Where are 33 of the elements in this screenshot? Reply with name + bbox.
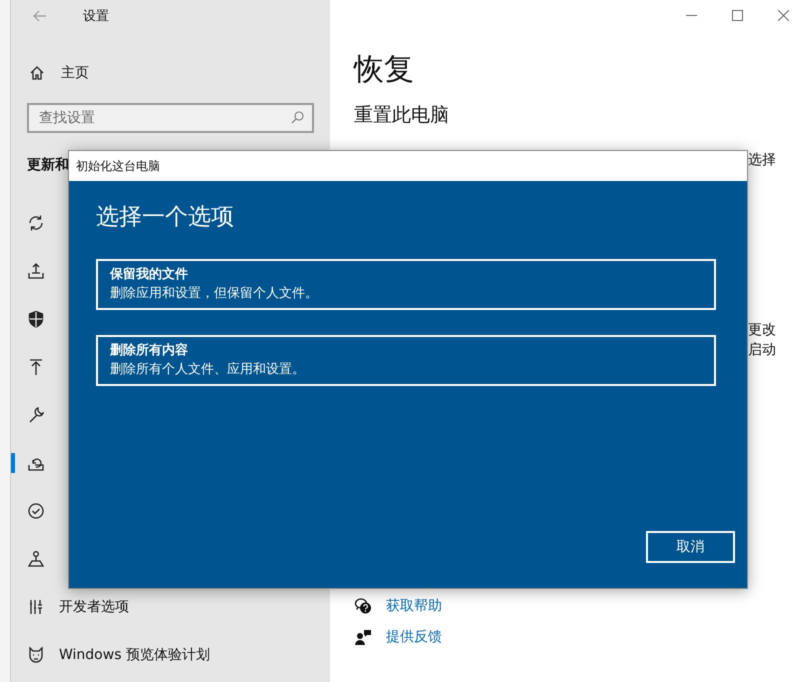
window-title: 设置: [83, 8, 109, 25]
search-icon: [291, 111, 304, 124]
section-title: 重置此电脑: [354, 103, 450, 128]
sync-icon: [27, 214, 45, 232]
description-text: 启动: [748, 341, 777, 360]
tools-icon: [27, 598, 45, 616]
person-pin-icon: [27, 550, 45, 568]
help-link[interactable]: 提供反馈: [386, 628, 442, 646]
dialog-title: 初始化这台电脑: [69, 151, 747, 181]
description-text: 更改: [748, 321, 777, 340]
shield-icon: [27, 310, 45, 328]
home-item[interactable]: 主页: [61, 64, 89, 82]
check-circle-icon: [27, 502, 45, 520]
search-field[interactable]: 查找设置: [27, 103, 314, 133]
maximize-icon[interactable]: [732, 10, 743, 20]
tray-upload-icon: [27, 262, 45, 280]
description-text: 选择: [748, 151, 777, 170]
page-title: 恢复: [354, 51, 414, 89]
close-icon[interactable]: [778, 10, 789, 20]
option-button[interactable]: 保留我的文件 删除应用和设置，但保留个人文件。: [96, 259, 716, 310]
cancel-button[interactable]: 取消: [646, 531, 735, 563]
feedback-icon: [354, 628, 372, 646]
cat-icon: [27, 646, 45, 664]
option-button[interactable]: 删除所有内容 删除所有个人文件、应用和设置。: [96, 335, 716, 386]
section-heading: 更新和: [27, 156, 69, 175]
home-icon: [29, 65, 45, 81]
nav-item[interactable]: Windows 预览体验计划: [59, 646, 210, 664]
dialog-heading: 选择一个选项: [96, 203, 234, 232]
help-link[interactable]: 获取帮助: [386, 596, 442, 614]
help-icon: [354, 596, 372, 614]
wrench-icon: [27, 406, 45, 424]
up-arrow-icon: [27, 358, 45, 376]
nav-item[interactable]: 开发者选项: [59, 598, 129, 616]
